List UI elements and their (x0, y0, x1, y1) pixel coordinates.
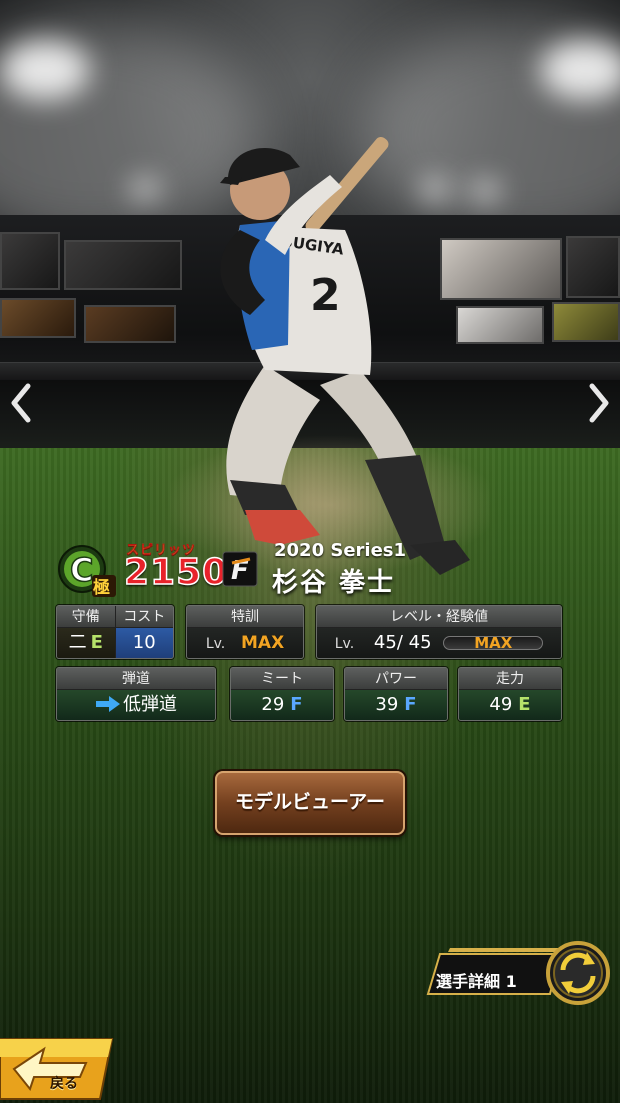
stadium-light (0, 40, 90, 100)
trajectory-box: 弾道 低弾道 (56, 667, 216, 721)
defense-cost-box: 守備 コスト 二E 10 (56, 605, 174, 659)
speed-label: 走力 (459, 668, 561, 690)
speed-value: 49 E (459, 690, 561, 720)
rank-sub: 極 (93, 577, 110, 598)
arrow-right-icon (96, 696, 120, 712)
trajectory-value: 低弾道 (57, 690, 215, 720)
training-lv-prefix: Lv. (205, 636, 226, 652)
trajectory-label: 弾道 (57, 668, 215, 690)
rank-badge: C 極 (58, 545, 116, 598)
training-value: Lv. MAX (187, 628, 303, 658)
training-box: 特訓 Lv. MAX (186, 605, 304, 659)
player-image: 2 SUGIYA (170, 136, 490, 575)
spirits-value: 2150 (123, 551, 229, 594)
speed-grade: E (518, 694, 531, 715)
defense-grade: E (90, 632, 103, 653)
level-box: レベル・経験値 Lv. 45/ 45 MAX (316, 605, 562, 659)
exp-label: MAX (474, 634, 513, 652)
player-name: 杉谷 拳士 (272, 568, 396, 598)
power-box: パワー 39 F (344, 667, 448, 721)
power-grade: F (404, 694, 417, 715)
power-value: 39 F (345, 690, 447, 720)
cost-value: 10 (115, 628, 173, 658)
defense-label: 守備 (57, 606, 116, 628)
rank-letter: C (70, 551, 93, 589)
training-max: MAX (241, 633, 285, 653)
level-numbers: 45/ 45 (373, 632, 432, 653)
speed-number: 49 (489, 694, 513, 715)
cost-label: コスト (115, 606, 173, 628)
previous-player-button[interactable] (4, 380, 38, 426)
chevron-right-icon (589, 383, 609, 423)
level-value: Lv. 45/ 45 MAX (317, 628, 561, 658)
series-label: 2020 Series1 (274, 540, 407, 561)
meet-box: ミート 29 F (230, 667, 334, 721)
stadium-screen (64, 240, 182, 290)
model-viewer-button[interactable]: モデルビューアー (215, 771, 405, 835)
meet-number: 29 (261, 694, 285, 715)
player-detail-label: 選手詳細 1 (436, 972, 517, 991)
uniform-number: 2 (310, 270, 341, 321)
meet-value: 29 F (231, 690, 333, 720)
level-label: レベル・経験値 (317, 606, 561, 628)
team-logo: F (222, 551, 258, 587)
stadium-screen (0, 232, 60, 290)
defense-position: 二 (68, 632, 87, 653)
meet-label: ミート (231, 668, 333, 690)
level-lv-prefix: Lv. (334, 636, 355, 652)
stadium-screen (84, 305, 176, 343)
trajectory-text: 低弾道 (123, 694, 177, 715)
stadium-light (130, 180, 160, 198)
next-player-button[interactable] (582, 380, 616, 426)
stadium-screen (0, 298, 76, 338)
stadium-light (540, 40, 620, 100)
back-label: 戻る (50, 1076, 78, 1092)
exp-bar: MAX (443, 634, 544, 652)
meet-grade: F (290, 694, 303, 715)
stadium-screen (566, 236, 620, 298)
chevron-left-icon (11, 383, 31, 423)
power-label: パワー (345, 668, 447, 690)
defense-value: 二E (57, 628, 116, 658)
speed-box: 走力 49 E (458, 667, 562, 721)
power-number: 39 (375, 694, 399, 715)
training-label: 特訓 (187, 606, 303, 628)
cycle-icon[interactable] (545, 940, 611, 1006)
stadium-screen (552, 302, 620, 342)
